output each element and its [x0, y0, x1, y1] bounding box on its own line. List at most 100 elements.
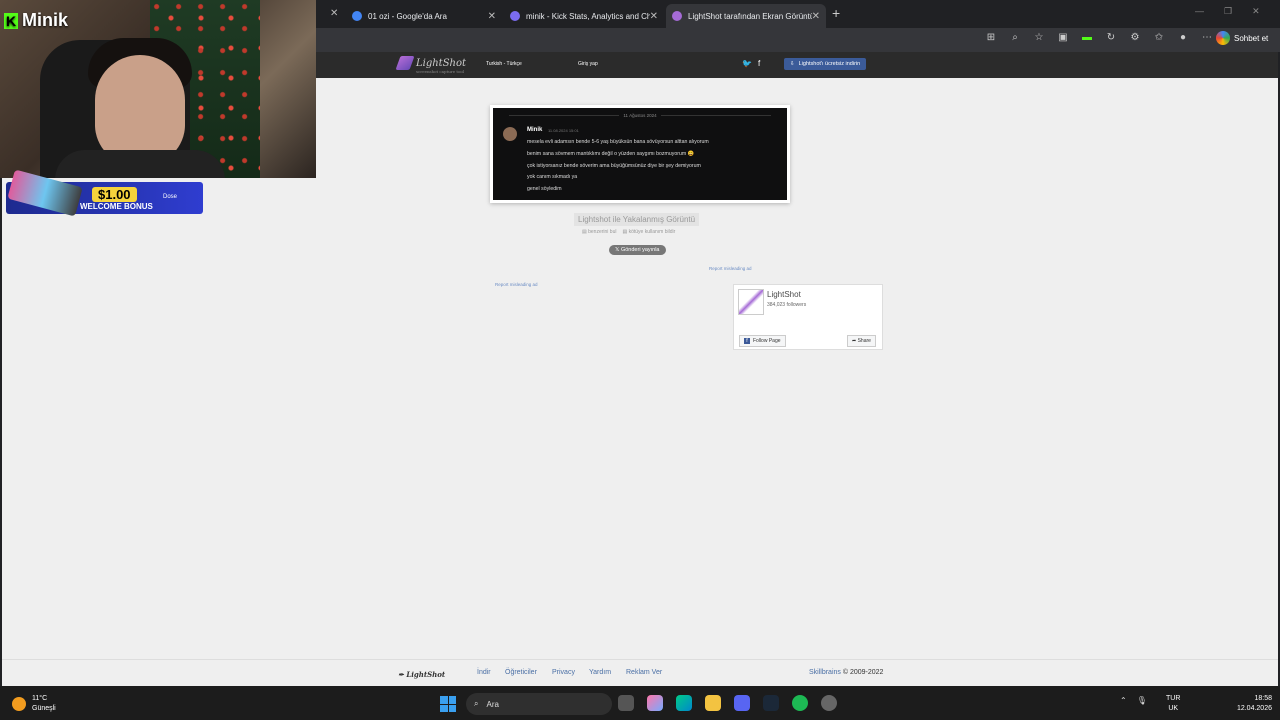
message-line: genel söyledim: [527, 186, 562, 193]
tab-lightshot[interactable]: LightShot tarafından Ekran Görüntü ✕: [666, 4, 826, 28]
avatar: [503, 127, 517, 141]
download-icon: ⇩: [790, 61, 795, 67]
system-tray: ⌃ 🎙: [1120, 696, 1147, 705]
footer-link-privacy[interactable]: Privacy: [552, 669, 575, 676]
chevron-up-icon[interactable]: ⌃: [1120, 696, 1127, 705]
tab-title: 01 ozi - Google'da Ara: [368, 11, 447, 21]
tab-google[interactable]: 01 ozi - Google'da Ara ✕: [346, 4, 502, 28]
follow-label: Follow Page: [753, 338, 781, 344]
minimize-icon[interactable]: —: [1195, 6, 1204, 17]
publish-button[interactable]: 𝕏 Gönderi yayınla: [609, 245, 666, 255]
time: 18:58: [1254, 695, 1272, 702]
facebook-page-widget: LightShot 384,023 followers f Follow Pag…: [733, 284, 883, 350]
footer-logo[interactable]: ✒ LightShot: [398, 670, 445, 679]
find-similar-label: benzerini bul: [588, 229, 617, 235]
footer: ✒ LightShot İndir Öğreticiler Privacy Ya…: [2, 659, 1278, 686]
file-explorer-icon[interactable]: [705, 695, 721, 711]
date-divider: 11 Ağustos 2024: [493, 113, 787, 118]
extension-green-icon[interactable]: ▬: [1080, 32, 1094, 43]
screenshot-actions: ▤ benzerini bul ▤ kötüye kullanım bildir: [582, 229, 675, 235]
company-link[interactable]: Skillbrains: [809, 669, 841, 676]
date: 12.04.2026: [1236, 705, 1272, 712]
favorites-icon[interactable]: ✩: [1152, 32, 1166, 43]
tab-title: LightShot tarafından Ekran Görüntü: [688, 11, 812, 21]
close-window-icon[interactable]: ✕: [1252, 6, 1260, 17]
discord-icon[interactable]: [734, 695, 750, 711]
download-button[interactable]: ⇩ Lightshot'ı ücretsiz indirin: [784, 58, 867, 70]
screenshot-frame[interactable]: 11 Ağustos 2024 Minik 11.08.2024 15:01 m…: [490, 105, 790, 203]
promo-banner: $1.00 WELCOME BONUS Dose: [6, 169, 203, 217]
task-view-icon[interactable]: [618, 695, 634, 711]
close-icon[interactable]: ✕: [488, 11, 496, 22]
twitter-icon[interactable]: 🐦: [742, 59, 752, 68]
new-tab-button[interactable]: +: [832, 5, 840, 21]
weather-condition: Güneşli: [32, 705, 56, 712]
microphone-icon[interactable]: 🎙: [1137, 696, 1147, 705]
language-indicator[interactable]: TUR UK: [1166, 694, 1180, 714]
kick-icon: K: [4, 12, 18, 29]
report-abuse-link[interactable]: ▤ kötüye kullanım bildir: [622, 229, 675, 235]
chat-button-label: Sohbet et: [1234, 33, 1269, 43]
edge-icon[interactable]: [676, 695, 692, 711]
profile-icon[interactable]: ●: [1176, 32, 1190, 43]
share-button[interactable]: ➦ Share: [847, 335, 876, 347]
close-icon[interactable]: ✕: [812, 11, 820, 22]
apps-icon[interactable]: ⊞: [984, 32, 998, 43]
steam-icon[interactable]: [763, 695, 779, 711]
star-icon[interactable]: ☆: [1032, 32, 1046, 43]
close-icon[interactable]: ✕: [650, 11, 658, 22]
temperature: 11°C: [32, 695, 48, 702]
weather-widget[interactable]: 11°C Güneşli: [12, 694, 56, 714]
search-placeholder: Ara: [486, 699, 499, 709]
lightshot-icon: [672, 11, 682, 21]
lightshot-page-thumbnail[interactable]: [738, 289, 764, 315]
logo-text: LightShot: [416, 57, 467, 69]
zoom-icon[interactable]: ⌕: [1008, 32, 1022, 43]
start-button[interactable]: [440, 696, 456, 712]
taskbar: 11°C Güneşli ⌕ Ara ⌃ 🎙 TUR UK 18:58 12.0…: [0, 686, 1280, 720]
close-icon[interactable]: ✕: [330, 8, 338, 19]
tab-bar: 01 ozi - Google'da Ara ✕ minik - Kick St…: [316, 0, 1280, 28]
share-label: Share: [857, 338, 871, 344]
message-line: çok istiyorsanız bende söverim ama büyüğ…: [527, 162, 701, 169]
promo-amount: $1.00: [92, 187, 137, 202]
clock[interactable]: 18:58 12.04.2026: [1228, 694, 1272, 714]
footer-link-advertise[interactable]: Reklam Ver: [626, 669, 662, 676]
copilot-app-icon[interactable]: [647, 695, 663, 711]
follow-page-button[interactable]: f Follow Page: [739, 335, 786, 347]
spotify-icon[interactable]: [792, 695, 808, 711]
footer-link-tutorials[interactable]: Öğreticiler: [505, 669, 537, 676]
tab-title: minik - Kick Stats, Analytics and Ch: [526, 11, 650, 21]
extensions-icon[interactable]: ⚙: [1128, 32, 1142, 43]
refresh-icon[interactable]: ↻: [1104, 32, 1118, 43]
window-controls: — ❐ ✕: [1195, 6, 1260, 17]
facebook-icon[interactable]: f: [758, 59, 760, 68]
report-ad-link[interactable]: Report misleading ad: [495, 282, 538, 287]
language-selector[interactable]: Turkish - Türkçe: [486, 61, 522, 67]
chat-button[interactable]: Sohbet et: [1216, 31, 1268, 45]
stats-icon: [510, 11, 520, 21]
promo-brand: Dose: [163, 194, 178, 200]
footer-link-download[interactable]: İndir: [477, 669, 491, 676]
lightshot-logo[interactable]: LightShot screenshot capture tool: [395, 56, 467, 74]
extension-icon[interactable]: ▣: [1056, 32, 1070, 43]
tab-kick-stats[interactable]: minik - Kick Stats, Analytics and Ch ✕: [504, 4, 664, 28]
lang-line1: TUR: [1166, 695, 1181, 702]
lang-line2: UK: [1168, 705, 1179, 712]
find-similar-link[interactable]: ▤ benzerini bul: [582, 229, 616, 235]
fb-page-name[interactable]: LightShot: [767, 290, 801, 299]
browser-toolbar: ⊞ ⌕ ☆ ▣ ▬ ↻ ⚙ ✩ ● ⋯: [984, 32, 1214, 43]
feather-icon: [395, 56, 415, 70]
logo-subtitle: screenshot capture tool: [416, 69, 465, 74]
login-link[interactable]: Giriş yap: [578, 61, 598, 67]
report-ad-link[interactable]: Report misleading ad: [709, 266, 752, 271]
maximize-icon[interactable]: ❐: [1224, 6, 1232, 17]
taskbar-search[interactable]: ⌕ Ara: [466, 693, 612, 715]
footer-link-help[interactable]: Yardım: [589, 669, 611, 676]
download-label: Lightshot'ı ücretsiz indirin: [798, 61, 861, 67]
chrome-icon[interactable]: [821, 695, 837, 711]
url-field[interactable]: [318, 31, 978, 49]
message-line: benim sana sövmem mantıklımı değil o yüz…: [527, 150, 695, 157]
more-icon[interactable]: ⋯: [1200, 32, 1214, 43]
kick-logo: K Minik: [4, 10, 68, 31]
